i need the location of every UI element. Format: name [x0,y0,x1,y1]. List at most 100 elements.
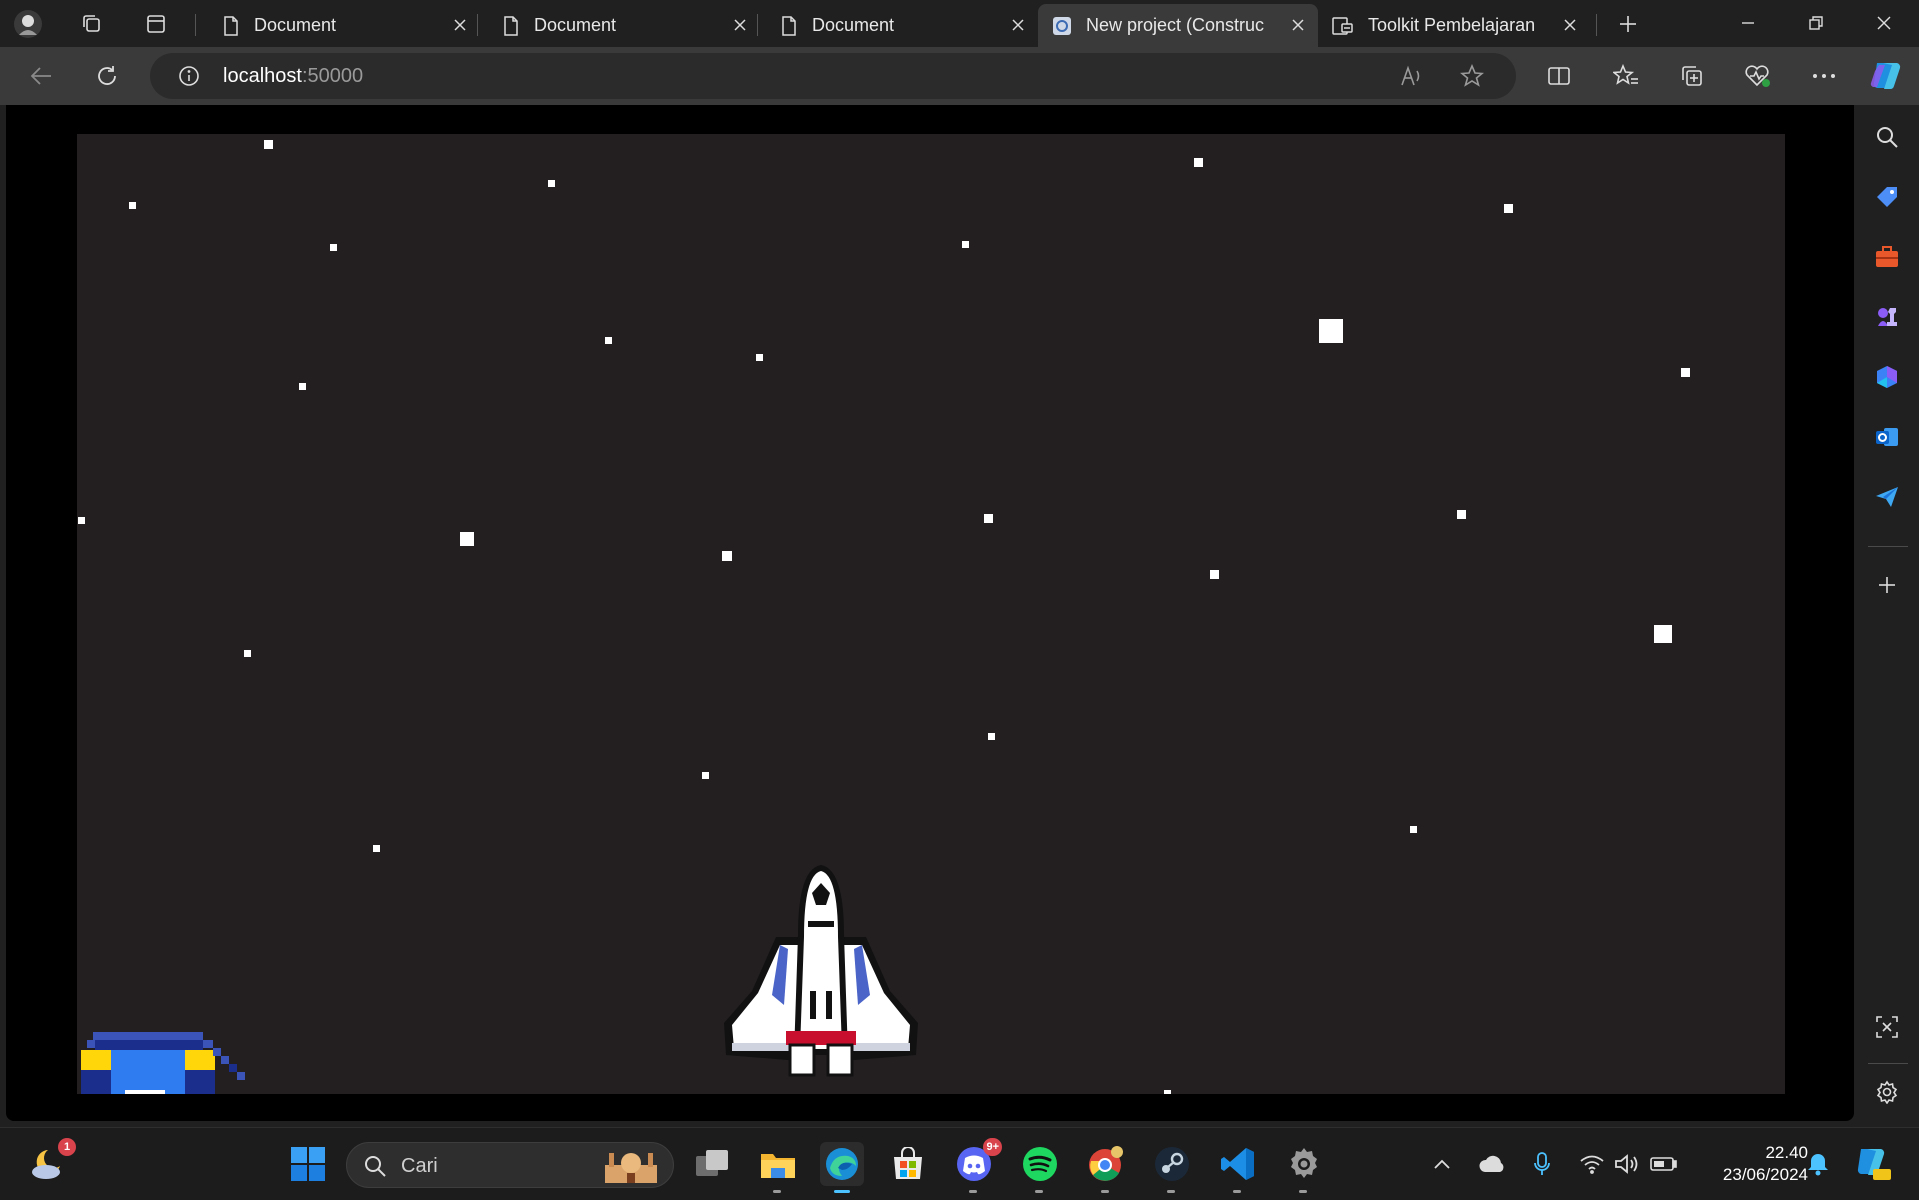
site-info-icon[interactable] [178,65,200,92]
star [756,354,763,361]
weather-widget-icon[interactable]: 1 [26,1138,76,1186]
star [129,202,136,209]
tab-title: Document [254,15,337,35]
discord-icon[interactable]: 9+ [952,1138,1002,1193]
running-indicator [1299,1190,1307,1193]
collections-icon[interactable] [1672,57,1712,95]
url-text[interactable]: localhost:50000 [223,65,363,88]
star [548,180,555,187]
games-chess-icon[interactable] [1869,299,1905,335]
star [1504,204,1513,213]
star [1194,158,1203,167]
close-tab-icon[interactable] [1008,15,1028,35]
star [1457,510,1466,519]
browser-essentials-icon[interactable] [1738,57,1778,95]
sidebar-divider [1868,1063,1908,1064]
volume-icon[interactable] [1608,1142,1648,1186]
browser-tab[interactable]: Document [766,4,1038,47]
browser-tab[interactable]: Toolkit Pembelajaran [1318,4,1590,47]
running-indicator [1035,1190,1043,1193]
minimize-button[interactable] [1714,0,1782,46]
star [299,383,306,390]
microphone-icon[interactable] [1524,1142,1560,1186]
taskbar-clock[interactable]: 22.40 23/06/2024 [1690,1142,1808,1186]
edge-browser-icon[interactable] [820,1142,864,1193]
browser-tab[interactable]: Document [208,4,480,47]
add-sidebar-app-icon[interactable] [1869,567,1905,603]
restore-button[interactable] [1782,0,1850,46]
windows-start-icon[interactable] [286,1142,330,1186]
close-tab-icon[interactable] [730,15,750,35]
tools-briefcase-icon[interactable] [1869,239,1905,275]
copilot-icon[interactable] [1866,57,1906,95]
sidebar-settings-icon[interactable] [1869,1074,1905,1110]
favorites-icon[interactable] [1606,57,1646,95]
onedrive-cloud-icon[interactable] [1474,1142,1510,1186]
tab-title: New project (Construct 3) [1086,15,1264,35]
new-tab-button[interactable] [1610,6,1646,42]
running-indicator [1167,1190,1175,1193]
spotify-icon[interactable] [1018,1142,1062,1193]
show-hidden-icons-chevron-icon[interactable] [1427,1142,1457,1186]
task-view-icon[interactable] [690,1142,734,1186]
sidebar-divider [1868,546,1908,547]
discord-notification-badge: 9+ [983,1138,1002,1156]
url-port: :50000 [301,65,364,87]
star [702,772,709,779]
star-medium [460,532,474,546]
back-button[interactable] [21,57,61,95]
address-bar[interactable]: localhost:50000 [150,53,1516,99]
split-screen-icon[interactable] [1539,57,1579,95]
close-tab-icon[interactable] [450,15,470,35]
browser-tab[interactable]: Document [488,4,760,47]
outlook-icon[interactable] [1869,419,1905,455]
document-icon [224,15,238,36]
tab-actions-icon[interactable] [138,6,174,42]
copilot-pre-icon[interactable] [1848,1142,1896,1186]
close-tab-icon[interactable] [1288,15,1308,35]
tab-title: Document [812,15,895,35]
more-options-icon[interactable] [1804,57,1844,95]
browser-toolbar: localhost:50000 [0,47,1919,105]
star [78,517,85,524]
workspaces-icon[interactable] [74,6,110,42]
url-host: localhost [223,65,302,87]
battery-icon[interactable] [1644,1142,1684,1186]
game-canvas[interactable] [77,134,1785,1094]
refresh-button[interactable] [87,57,127,95]
search-icon[interactable] [1869,119,1905,155]
send-drop-icon[interactable] [1869,479,1905,515]
edge-sidebar [1856,105,1919,1121]
browser-tab-active[interactable]: New project (Construct 3) [1038,4,1318,47]
star [988,733,995,740]
running-indicator [1233,1190,1241,1193]
alien-enemy[interactable] [81,1032,251,1094]
vscode-icon[interactable] [1216,1142,1260,1193]
player-spaceship[interactable] [714,865,928,1081]
document-icon [782,15,796,36]
star [722,551,732,561]
chrome-icon[interactable] [1084,1142,1128,1193]
wifi-icon[interactable] [1572,1142,1612,1186]
weather-badge: 1 [58,1138,76,1156]
file-explorer-icon[interactable] [756,1142,800,1193]
star [244,650,251,657]
close-window-button[interactable] [1850,0,1918,46]
close-tab-icon[interactable] [1560,15,1580,35]
read-aloud-icon[interactable] [1400,65,1424,92]
screenshot-capture-icon[interactable] [1869,1009,1905,1045]
microsoft-store-icon[interactable] [886,1142,930,1186]
microsoft-365-icon[interactable] [1869,359,1905,395]
notification-bell-icon[interactable] [1800,1142,1836,1186]
taskbar-search[interactable]: Cari [346,1142,674,1188]
toolkit-icon [1332,16,1353,35]
steam-icon[interactable] [1150,1142,1194,1193]
tab-title: Document [534,15,617,35]
page-viewport [6,105,1854,1121]
settings-gear-icon[interactable] [1282,1142,1326,1193]
windows-taskbar: 1 Cari 9+ 22.40 23/06/2024 [0,1127,1919,1200]
shopping-tag-icon[interactable] [1869,179,1905,215]
profile-avatar[interactable] [10,6,46,42]
star [330,244,337,251]
favorite-star-icon[interactable] [1459,63,1485,93]
